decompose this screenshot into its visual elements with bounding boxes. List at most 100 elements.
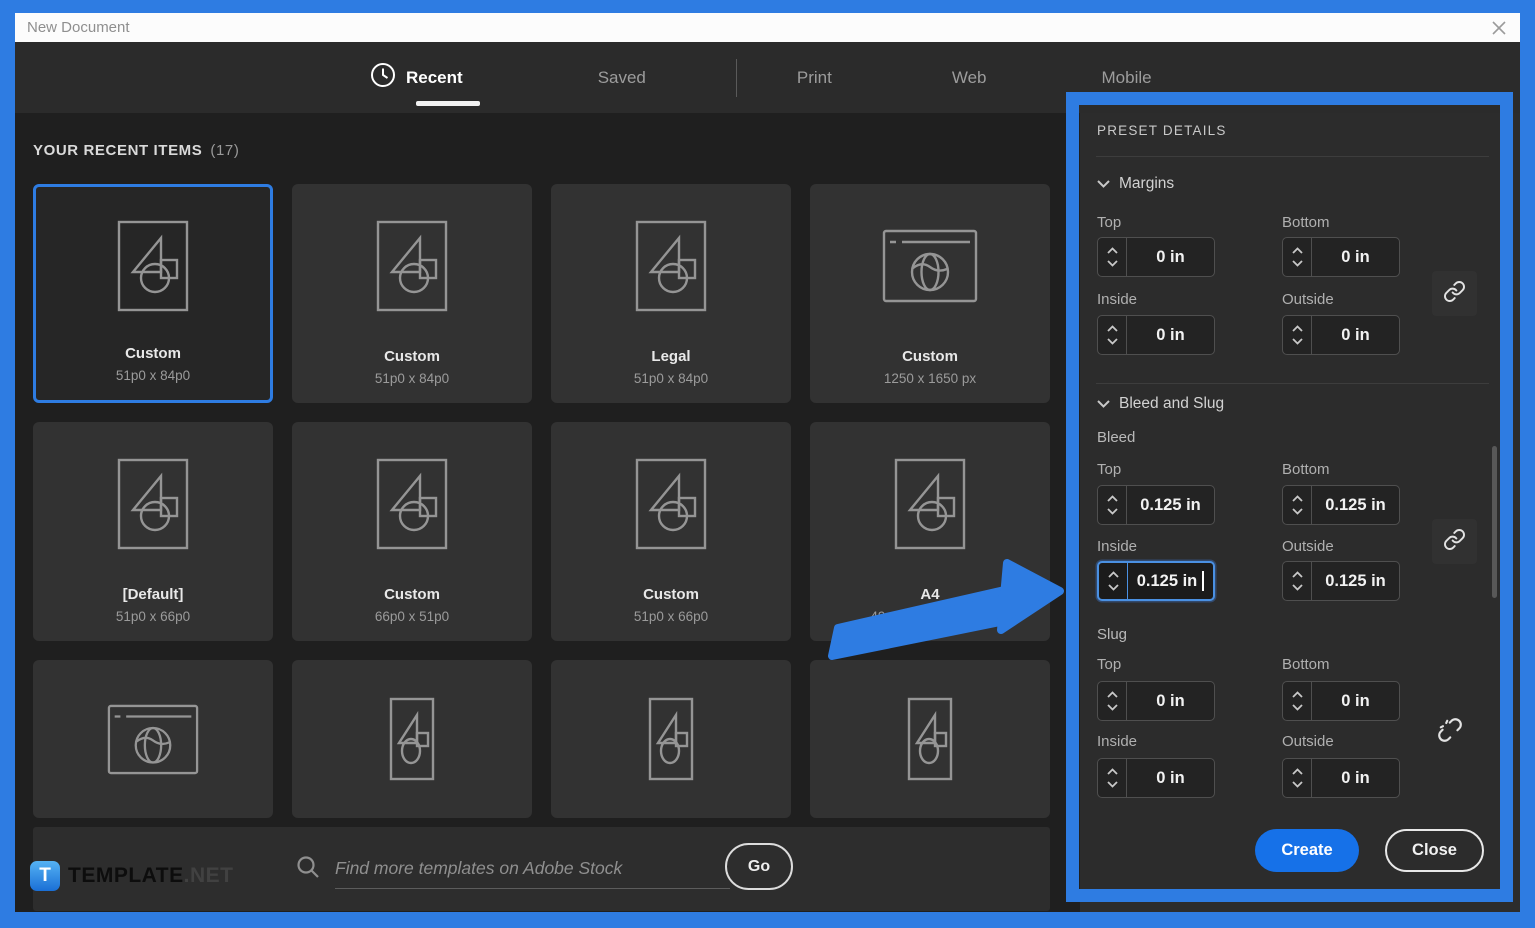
recent-item-9[interactable] — [33, 660, 273, 818]
indesign-document-icon — [117, 422, 189, 586]
margin-inside-stepper[interactable]: 0 in — [1097, 315, 1215, 355]
slug-outside-value[interactable]: 0 in — [1341, 769, 1369, 788]
clock-icon — [370, 62, 396, 93]
stepper-arrows[interactable] — [1283, 316, 1312, 354]
slug-row1-labels: TopBottom — [1097, 656, 1467, 673]
recent-item-name: Custom — [125, 345, 181, 363]
indesign-document-icon — [376, 422, 448, 586]
link-icon — [1443, 280, 1466, 308]
stock-search-input[interactable]: Find more templates on Adobe Stock — [335, 849, 730, 889]
tab-print[interactable]: Print — [797, 68, 832, 88]
recent-item-dims: 66p0 x 51p0 — [375, 609, 449, 624]
margin-bottom-value[interactable]: 0 in — [1341, 248, 1369, 267]
recent-item-dims: 51p0 x 84p0 — [116, 368, 190, 383]
recent-item-a4[interactable]: A4 49p7.276 x 70p1.89 — [810, 422, 1050, 641]
stepper-arrows[interactable] — [1098, 486, 1127, 524]
search-icon — [295, 854, 321, 885]
link-icon — [1443, 528, 1466, 556]
margins-link-toggle[interactable] — [1432, 271, 1477, 316]
stepper-arrows[interactable] — [1099, 563, 1128, 599]
bleed-inside-stepper[interactable]: 0.125 in — [1097, 561, 1215, 601]
bleed-outside-value[interactable]: 0.125 in — [1325, 572, 1386, 591]
mobile-document-icon — [389, 660, 435, 818]
recent-item-legal[interactable]: Legal 51p0 x 84p0 — [551, 184, 791, 403]
recent-item-default[interactable]: [Default] 51p0 x 66p0 — [33, 422, 273, 641]
go-button[interactable]: Go — [725, 843, 793, 890]
slug-outside-stepper[interactable]: 0 in — [1282, 758, 1400, 798]
stepper-arrows[interactable] — [1283, 486, 1312, 524]
recent-item-custom-1[interactable]: Custom 51p0 x 84p0 — [33, 184, 273, 403]
margins-section-label: Margins — [1119, 175, 1174, 193]
bleed-top-value[interactable]: 0.125 in — [1140, 496, 1201, 515]
stepper-arrows[interactable] — [1283, 238, 1312, 276]
recent-item-custom-3[interactable]: Custom 66p0 x 51p0 — [292, 422, 532, 641]
recent-item-custom-4[interactable]: Custom 51p0 x 66p0 — [551, 422, 791, 641]
slug-bottom-value[interactable]: 0 in — [1341, 692, 1369, 711]
stepper-arrows[interactable] — [1098, 759, 1127, 797]
bleed-and-slug-label: Bleed and Slug — [1119, 395, 1224, 413]
bleed-outside-stepper[interactable]: 0.125 in — [1282, 561, 1400, 601]
stepper-arrows[interactable] — [1098, 682, 1127, 720]
margin-outside-stepper[interactable]: 0 in — [1282, 315, 1400, 355]
bleed-bottom-stepper[interactable]: 0.125 in — [1282, 485, 1400, 525]
mobile-document-icon — [907, 660, 953, 818]
bleed-row2-labels: InsideOutside — [1097, 538, 1467, 555]
recent-item-name: Custom — [384, 348, 440, 366]
margin-bottom-stepper[interactable]: 0 in — [1282, 237, 1400, 277]
recent-item-10[interactable] — [292, 660, 532, 818]
recent-item-name: A4 — [920, 586, 939, 604]
bleed-and-slug-section-toggle[interactable]: Bleed and Slug — [1097, 395, 1224, 413]
tab-saved[interactable]: Saved — [598, 68, 646, 88]
search-placeholder: Find more templates on Adobe Stock — [335, 858, 622, 878]
bleed-top-stepper[interactable]: 0.125 in — [1097, 485, 1215, 525]
tab-mobile[interactable]: Mobile — [1102, 68, 1152, 88]
bleed-link-toggle[interactable] — [1432, 519, 1477, 564]
tab-recent[interactable]: Recent — [370, 62, 463, 93]
indesign-document-icon — [376, 184, 448, 348]
bleed-inside-value[interactable]: 0.125 in — [1137, 572, 1198, 591]
slug-bottom-stepper[interactable]: 0 in — [1282, 681, 1400, 721]
bleed-row1-labels: TopBottom — [1097, 461, 1467, 478]
tab-saved-label: Saved — [598, 68, 646, 88]
create-button[interactable]: Create — [1255, 829, 1359, 872]
chevron-down-icon — [1097, 395, 1110, 413]
margin-top-value[interactable]: 0 in — [1156, 248, 1184, 267]
recent-items-heading: YOUR RECENT ITEMS(17) — [33, 142, 239, 159]
margins-row1-labels: TopBottom — [1097, 214, 1467, 231]
margin-top-stepper[interactable]: 0 in — [1097, 237, 1215, 277]
tab-web[interactable]: Web — [952, 68, 987, 88]
recent-items-area: YOUR RECENT ITEMS(17) Custom 51p0 x 84p — [15, 113, 1080, 912]
margins-section-toggle[interactable]: Margins — [1097, 175, 1174, 193]
recent-item-name: [Default] — [123, 586, 184, 604]
stepper-arrows[interactable] — [1283, 759, 1312, 797]
stepper-arrows[interactable] — [1098, 238, 1127, 276]
panel-scrollbar[interactable] — [1492, 446, 1497, 598]
recent-item-11[interactable] — [551, 660, 791, 818]
margin-outside-value[interactable]: 0 in — [1341, 326, 1369, 345]
recent-item-name: Custom — [902, 348, 958, 366]
slug-top-value[interactable]: 0 in — [1156, 692, 1184, 711]
recent-item-dims: 1250 x 1650 px — [884, 371, 976, 386]
margin-inside-value[interactable]: 0 in — [1156, 326, 1184, 345]
slug-link-toggle[interactable] — [1437, 717, 1463, 748]
text-cursor — [1202, 571, 1204, 591]
recent-item-name: Legal — [651, 348, 690, 366]
window-close-icon[interactable] — [1488, 17, 1510, 39]
stepper-arrows[interactable] — [1283, 562, 1312, 600]
close-button[interactable]: Close — [1385, 829, 1484, 872]
slug-top-stepper[interactable]: 0 in — [1097, 681, 1215, 721]
recent-item-custom-web[interactable]: Custom 1250 x 1650 px — [810, 184, 1050, 403]
recent-item-custom-2[interactable]: Custom 51p0 x 84p0 — [292, 184, 532, 403]
slug-row2-labels: InsideOutside — [1097, 733, 1467, 750]
bleed-bottom-value[interactable]: 0.125 in — [1325, 496, 1386, 515]
stepper-arrows[interactable] — [1283, 682, 1312, 720]
bleed-subheading: Bleed — [1097, 429, 1135, 446]
web-document-icon — [107, 660, 199, 818]
recent-item-12[interactable] — [810, 660, 1050, 818]
separator — [1096, 383, 1489, 384]
stepper-arrows[interactable] — [1098, 316, 1127, 354]
slug-inside-stepper[interactable]: 0 in — [1097, 758, 1215, 798]
slug-inside-value[interactable]: 0 in — [1156, 769, 1184, 788]
templatenet-watermark: T TEMPLATE .NET — [30, 861, 233, 891]
watermark-tld: .NET — [184, 864, 234, 888]
